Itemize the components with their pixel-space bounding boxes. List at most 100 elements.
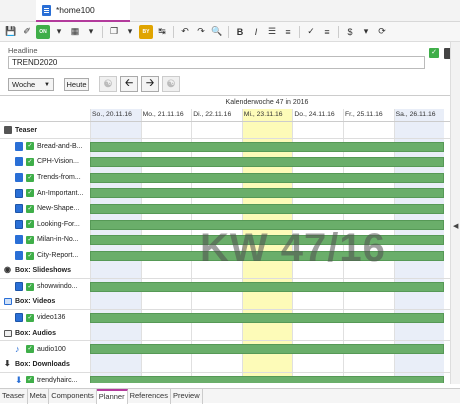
day-header[interactable]: Do., 24.11.16 bbox=[292, 109, 343, 121]
list-item[interactable]: ✓ Trends-from... bbox=[0, 170, 450, 186]
list-item[interactable]: ✓ An-Important... bbox=[0, 185, 450, 201]
side-panel-collapse[interactable]: ◀ bbox=[450, 42, 460, 384]
document-icon bbox=[15, 235, 23, 245]
section-icon: ⬇ bbox=[4, 358, 11, 368]
day-header[interactable]: So., 20.11.16 bbox=[90, 109, 141, 121]
next-week-button[interactable]: 🡢 bbox=[141, 76, 159, 92]
check-icon: ✓ bbox=[26, 204, 34, 213]
tab-planner[interactable]: Planner bbox=[96, 389, 128, 404]
redo-icon[interactable]: ↷ bbox=[194, 25, 208, 39]
today-button[interactable]: Heute bbox=[64, 78, 89, 91]
schedule-bar[interactable] bbox=[90, 204, 444, 214]
section-name: Box: Videos bbox=[15, 298, 56, 306]
schedule-bar[interactable] bbox=[90, 282, 444, 292]
download-icon: ⬇ bbox=[15, 374, 23, 383]
check-icon: ✓ bbox=[26, 235, 34, 244]
tab-preview[interactable]: Preview bbox=[171, 389, 203, 404]
item-label: ♪ ✓ audio100 bbox=[0, 341, 88, 357]
bold-icon[interactable]: B bbox=[233, 25, 247, 39]
section-row[interactable]: Box: Audios bbox=[0, 326, 450, 342]
schedule-bar[interactable] bbox=[90, 188, 444, 199]
copy-dropdown-icon[interactable]: ▾ bbox=[123, 25, 137, 39]
schedule-bar[interactable] bbox=[90, 375, 444, 383]
schedule-bar[interactable] bbox=[90, 141, 444, 152]
check-icon: ✓ bbox=[26, 251, 34, 260]
schedule-bar[interactable] bbox=[90, 157, 444, 168]
publish-on-tag[interactable]: ON bbox=[36, 24, 50, 39]
preview-dropdown-icon[interactable]: ▾ bbox=[84, 25, 98, 39]
tab-components[interactable]: Components bbox=[49, 389, 97, 404]
first-week-button[interactable]: ☯ bbox=[99, 76, 117, 92]
find-icon[interactable]: 🔍 bbox=[210, 25, 224, 39]
list-item[interactable]: ✓ CPH-Vision... bbox=[0, 154, 450, 170]
day-header[interactable]: Di., 22.11.16 bbox=[191, 109, 242, 121]
bottom-tab-bar: Teaser Meta Components Planner References Pre… bbox=[0, 388, 460, 404]
schedule-bar[interactable] bbox=[90, 172, 444, 183]
section-row[interactable]: Teaser bbox=[0, 123, 450, 139]
check-icon[interactable]: ✓ bbox=[429, 48, 439, 58]
section-label: Teaser bbox=[0, 123, 88, 138]
view-select-value: Woche bbox=[12, 80, 36, 89]
divider bbox=[173, 25, 174, 38]
list-item[interactable]: ✓ Bread-and-B... bbox=[0, 139, 450, 155]
publish-by-tag[interactable]: BY bbox=[139, 24, 153, 39]
item-label: ⬇ ✓ trendyhairc... bbox=[0, 373, 88, 383]
last-week-button[interactable]: ☯ bbox=[162, 76, 180, 92]
copy-icon[interactable]: ❐ bbox=[107, 25, 121, 39]
section-icon bbox=[4, 126, 12, 135]
section-label: Box: Audios bbox=[0, 326, 88, 341]
previous-week-button[interactable]: 🡠 bbox=[120, 76, 138, 92]
spellcheck-icon[interactable]: ✓ bbox=[304, 25, 318, 39]
check-icon: ✓ bbox=[26, 220, 34, 229]
tab-teaser[interactable]: Teaser bbox=[0, 389, 28, 404]
tab-references[interactable]: References bbox=[128, 389, 171, 404]
currency-dropdown-icon[interactable]: ▾ bbox=[359, 25, 373, 39]
check-icon: ✓ bbox=[26, 157, 34, 166]
document-tab[interactable]: *home100 bbox=[36, 0, 130, 22]
refresh-icon[interactable]: ⟳ bbox=[375, 25, 389, 39]
item-name: Milan-in-No... bbox=[37, 236, 79, 244]
list-item[interactable]: ✓ video136 bbox=[0, 310, 450, 326]
list-item[interactable]: ♪ ✓ audio100 bbox=[0, 341, 450, 357]
move-icon[interactable]: ↹ bbox=[155, 25, 169, 39]
headline-label: Headline bbox=[8, 46, 38, 55]
list-item[interactable]: ⬇ ✓ trendyhairc... bbox=[0, 373, 450, 383]
currency-icon[interactable]: $ bbox=[343, 25, 357, 39]
bullet-list-icon[interactable]: ≡ bbox=[281, 25, 295, 39]
chevron-down-icon: ▼ bbox=[44, 82, 50, 88]
day-header[interactable]: Mi., 23.11.16 bbox=[242, 109, 293, 121]
preview-icon[interactable]: ▦ bbox=[68, 25, 82, 39]
divider bbox=[102, 25, 103, 38]
section-label: Box: Videos bbox=[0, 295, 88, 310]
headline-section: Headline TREND2020 ✓ bbox=[8, 44, 458, 70]
numbered-list-icon[interactable]: ☰ bbox=[265, 25, 279, 39]
day-header[interactable]: Mo., 21.11.16 bbox=[141, 109, 192, 121]
section-name: Box: Audios bbox=[15, 329, 56, 337]
item-name: Bread-and-B... bbox=[37, 142, 83, 150]
list-item[interactable]: ✓ showwindo... bbox=[0, 279, 450, 295]
schedule-bar[interactable] bbox=[90, 344, 444, 355]
document-icon bbox=[15, 157, 23, 167]
image-icon bbox=[15, 219, 23, 229]
check-icon: ✓ bbox=[26, 282, 34, 291]
section-row[interactable]: Box: Videos bbox=[0, 295, 450, 311]
schedule-bar[interactable] bbox=[90, 313, 444, 324]
view-select[interactable]: Woche ▼ bbox=[8, 78, 54, 91]
section-row[interactable]: ⬇ Box: Downloads bbox=[0, 357, 450, 373]
item-name: CPH-Vision... bbox=[37, 158, 79, 166]
save-icon[interactable]: 💾 bbox=[4, 25, 18, 39]
list-item[interactable]: ✓ New-Shape... bbox=[0, 201, 450, 217]
headline-input[interactable]: TREND2020 bbox=[8, 56, 425, 69]
align-icon[interactable]: ≡ bbox=[320, 25, 334, 39]
document-icon bbox=[15, 251, 23, 261]
undo-icon[interactable]: ↶ bbox=[178, 25, 192, 39]
day-header[interactable]: Sa., 26.11.16 bbox=[394, 109, 445, 121]
day-header[interactable]: Fr., 25.11.16 bbox=[343, 109, 394, 121]
publish-dropdown-icon[interactable]: ▾ bbox=[52, 25, 66, 39]
tab-meta[interactable]: Meta bbox=[28, 389, 50, 404]
checkin-icon[interactable]: ✐ bbox=[20, 25, 34, 39]
item-name: video136 bbox=[37, 314, 66, 322]
check-icon: ✓ bbox=[26, 189, 34, 198]
section-icon: ◉ bbox=[4, 265, 11, 275]
italic-icon[interactable]: I bbox=[249, 25, 263, 39]
